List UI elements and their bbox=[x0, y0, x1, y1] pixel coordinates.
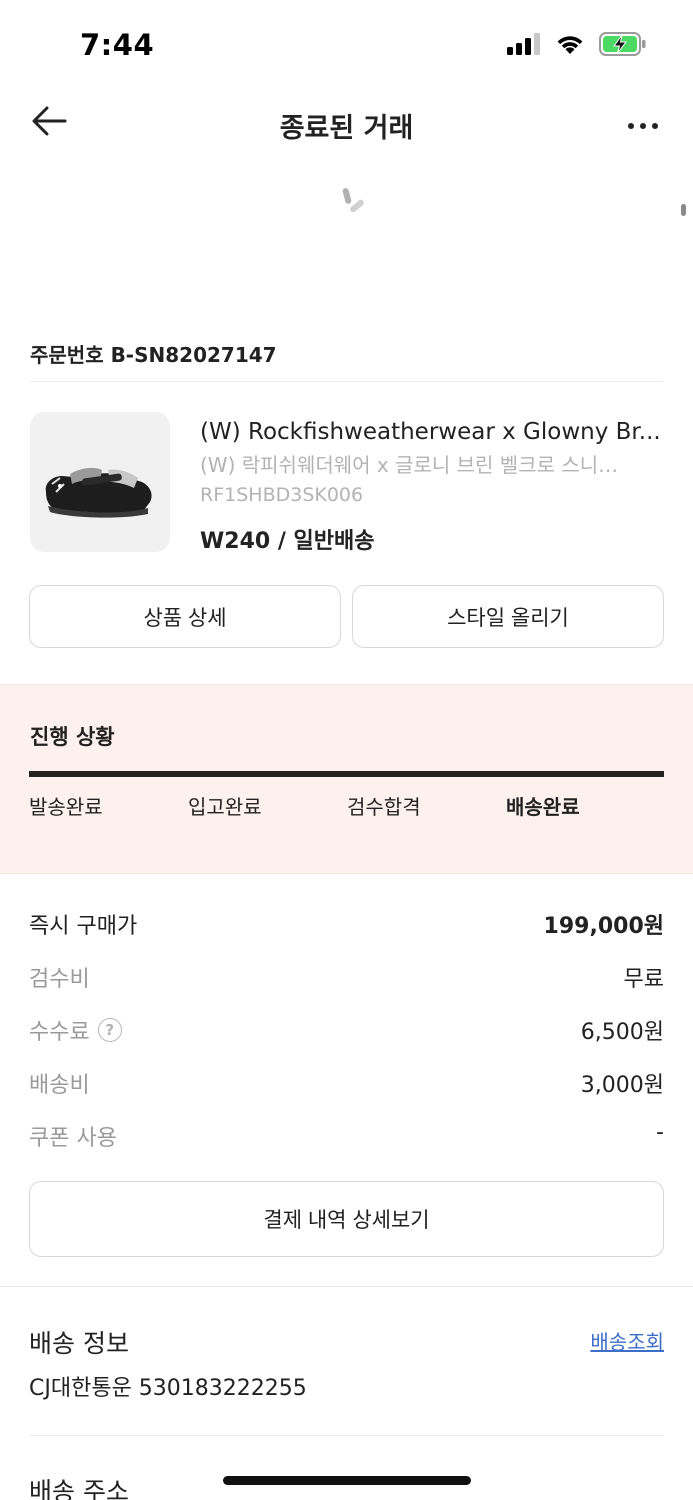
price-label-text: 즉시 구매가 bbox=[29, 914, 138, 939]
signal-icon bbox=[507, 33, 541, 59]
price-value: - bbox=[656, 1120, 664, 1145]
shipping-info-title: 배송 정보 bbox=[29, 1329, 129, 1358]
progress-steps: 발송완료 입고완료 검수합격 배송완료 bbox=[29, 791, 669, 821]
loading-spinner-icon bbox=[338, 186, 372, 214]
progress-step-shipped: 발송완료 bbox=[29, 795, 103, 819]
order-number: 주문번호 B-SN82027147 bbox=[30, 343, 277, 367]
progress-section: 진행 상황 발송완료 입고완료 검수합격 배송완료 bbox=[0, 684, 693, 874]
progress-bar bbox=[29, 771, 664, 777]
payment-detail-button[interactable]: 결제 내역 상세보기 bbox=[29, 1181, 664, 1257]
upload-style-button[interactable]: 스타일 올리기 bbox=[352, 585, 664, 648]
progress-bar-fill bbox=[29, 771, 664, 777]
sneaker-image bbox=[45, 467, 152, 518]
product-image[interactable] bbox=[30, 412, 170, 552]
page-title: 종료된 거래 bbox=[279, 113, 414, 144]
price-label-text: 수수료 bbox=[29, 1020, 90, 1045]
track-shipment-link[interactable]: 배송조회 bbox=[590, 1326, 664, 1355]
progress-step-inspected: 검수합격 bbox=[347, 795, 421, 819]
price-label: 배송비 bbox=[29, 1067, 90, 1099]
home-indicator bbox=[223, 1476, 471, 1485]
product-name-ko: (W) 락피쉬웨더웨어 x 글로니 브린 벨크로 스니… bbox=[200, 453, 619, 477]
price-value: 199,000원 bbox=[543, 914, 664, 939]
product-detail-button[interactable]: 상품 상세 bbox=[29, 585, 341, 648]
price-value: 무료 bbox=[623, 967, 664, 992]
divider bbox=[0, 1286, 693, 1287]
status-icons bbox=[507, 32, 647, 60]
help-icon[interactable]: ? bbox=[97, 1018, 122, 1042]
price-value: 6,500원 bbox=[580, 1020, 664, 1045]
price-section: 즉시 구매가 199,000원 검수비 무료 수수료 ? 6,500원 배송비 … bbox=[29, 896, 664, 1161]
status-bar: 7:44 bbox=[0, 0, 693, 90]
price-row-coupon: 쿠폰 사용 - bbox=[29, 1108, 664, 1161]
price-label-text: 검수비 bbox=[29, 967, 90, 992]
price-label: 검수비 bbox=[29, 961, 90, 993]
product-code: RF1SHBD3SK006 bbox=[200, 484, 364, 506]
divider bbox=[29, 1435, 664, 1436]
wifi-icon bbox=[555, 33, 585, 59]
divider bbox=[30, 381, 663, 382]
price-row-fee: 수수료 ? 6,500원 bbox=[29, 1002, 664, 1055]
price-label: 수수료 ? bbox=[29, 1014, 122, 1046]
shipping-address-title: 배송 주소 bbox=[29, 1477, 129, 1500]
scroll-indicator bbox=[681, 204, 686, 216]
more-horizontal-icon bbox=[627, 115, 659, 134]
battery-charging-icon bbox=[599, 32, 647, 60]
price-row-inspection: 검수비 무료 bbox=[29, 949, 664, 1002]
price-label: 쿠폰 사용 bbox=[29, 1120, 117, 1152]
price-row-instant-buy: 즉시 구매가 199,000원 bbox=[29, 896, 664, 949]
price-label-text: 배송비 bbox=[29, 1073, 90, 1098]
nav-bar: 종료된 거래 bbox=[0, 90, 693, 156]
price-label: 즉시 구매가 bbox=[29, 908, 137, 940]
status-time: 7:44 bbox=[80, 28, 155, 62]
price-row-shipping: 배송비 3,000원 bbox=[29, 1055, 664, 1108]
product-info[interactable]: (W) Rockfishweatherwear x Glowny Br... (… bbox=[200, 415, 665, 555]
product-name-en: (W) Rockfishweatherwear x Glowny Br... bbox=[200, 419, 661, 445]
price-value: 3,000원 bbox=[580, 1073, 664, 1098]
progress-step-received: 입고완료 bbox=[188, 795, 262, 819]
price-label-text: 쿠폰 사용 bbox=[29, 1126, 117, 1151]
progress-title: 진행 상황 bbox=[30, 725, 115, 749]
progress-step-delivered: 배송완료 bbox=[506, 795, 580, 819]
more-button[interactable] bbox=[623, 104, 663, 144]
product-option: W240 / 일반배송 bbox=[200, 529, 375, 554]
tracking-number: CJ대한통운 530183222255 bbox=[29, 1376, 307, 1401]
